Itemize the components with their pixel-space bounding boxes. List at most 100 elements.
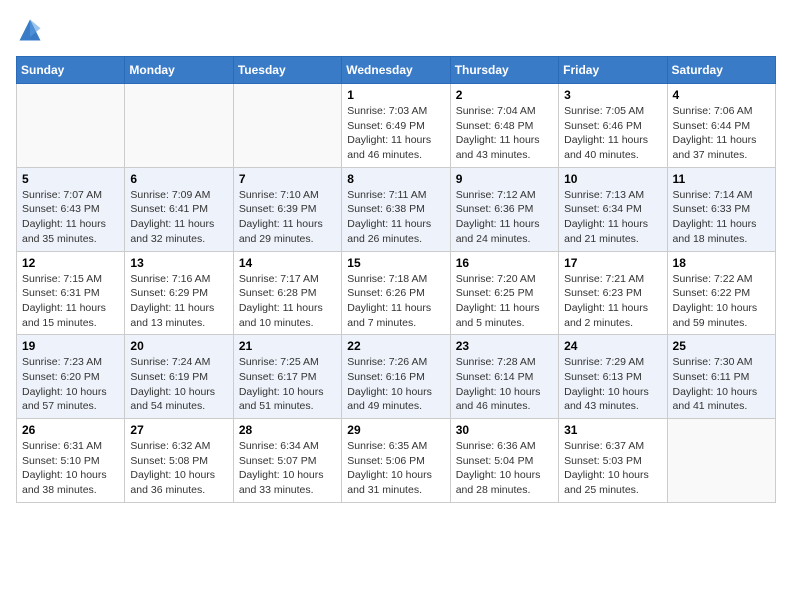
calendar-cell: 12Sunrise: 7:15 AM Sunset: 6:31 PM Dayli… bbox=[17, 251, 125, 335]
day-header-tuesday: Tuesday bbox=[233, 57, 341, 84]
calendar-cell: 13 Sunrise: 7:16 AM Sunset: 6:29 PM Dayli… bbox=[125, 251, 233, 335]
calendar-week-row: 5 Sunrise: 7:07 AM Sunset: 6:43 PM Daylig… bbox=[17, 167, 776, 251]
calendar-cell: 18 Sunrise: 7:22 AM Sunset: 6:22 PM Dayli… bbox=[667, 251, 775, 335]
day-number: 3 bbox=[564, 88, 661, 102]
calendar-cell: 22Sunrise: 7:26 AM Sunset: 6:16 PM Dayli… bbox=[342, 335, 450, 419]
calendar-cell: 6 Sunrise: 7:09 AM Sunset: 6:41 PM Daylig… bbox=[125, 167, 233, 251]
day-number: 19 bbox=[22, 339, 119, 353]
day-number: 1 bbox=[347, 88, 444, 102]
calendar-cell: 7 Sunrise: 7:10 AM Sunset: 6:39 PM Daylig… bbox=[233, 167, 341, 251]
day-number: 21 bbox=[239, 339, 336, 353]
calendar-cell: 19 Sunrise: 7:23 AM Sunset: 6:20 PM Dayli… bbox=[17, 335, 125, 419]
calendar-cell bbox=[233, 84, 341, 168]
day-info: Sunrise: 7:16 AM Sunset: 6:29 PM Dayligh… bbox=[130, 272, 227, 331]
calendar-cell bbox=[667, 419, 775, 503]
day-header-wednesday: Wednesday bbox=[342, 57, 450, 84]
day-info: Sunrise: 7:10 AM Sunset: 6:39 PM Dayligh… bbox=[239, 188, 336, 247]
day-header-sunday: Sunday bbox=[17, 57, 125, 84]
day-info: Sunrise: 7:03 AM Sunset: 6:49 PM Dayligh… bbox=[347, 104, 444, 163]
day-info: Sunrise: 7:05 AM Sunset: 6:46 PM Dayligh… bbox=[564, 104, 661, 163]
day-info: Sunrise: 7:07 AM Sunset: 6:43 PM Dayligh… bbox=[22, 188, 119, 247]
day-info: Sunrise: 7:28 AM Sunset: 6:14 PM Dayligh… bbox=[456, 355, 553, 414]
day-number: 2 bbox=[456, 88, 553, 102]
calendar-cell: 24 Sunrise: 7:29 AM Sunset: 6:13 PM Dayli… bbox=[559, 335, 667, 419]
day-number: 23 bbox=[456, 339, 553, 353]
calendar-cell: 25 Sunrise: 7:30 AM Sunset: 6:11 PM Dayli… bbox=[667, 335, 775, 419]
day-number: 20 bbox=[130, 339, 227, 353]
day-number: 25 bbox=[673, 339, 770, 353]
day-info: Sunrise: 7:29 AM Sunset: 6:13 PM Dayligh… bbox=[564, 355, 661, 414]
day-info: Sunrise: 7:12 AM Sunset: 6:36 PM Dayligh… bbox=[456, 188, 553, 247]
day-number: 13 bbox=[130, 256, 227, 270]
calendar-cell: 10 Sunrise: 7:13 AM Sunset: 6:34 PM Dayli… bbox=[559, 167, 667, 251]
day-info: Sunrise: 7:04 AM Sunset: 6:48 PM Dayligh… bbox=[456, 104, 553, 163]
day-number: 14 bbox=[239, 256, 336, 270]
calendar-cell: 15 Sunrise: 7:18 AM Sunset: 6:26 PM Dayli… bbox=[342, 251, 450, 335]
calendar-cell: 4 Sunrise: 7:06 AM Sunset: 6:44 PM Daylig… bbox=[667, 84, 775, 168]
day-info: Sunrise: 6:36 AM Sunset: 5:04 PM Dayligh… bbox=[456, 439, 553, 498]
day-info: Sunrise: 7:23 AM Sunset: 6:20 PM Dayligh… bbox=[22, 355, 119, 414]
page-header bbox=[16, 16, 776, 44]
day-header-friday: Friday bbox=[559, 57, 667, 84]
calendar-header-row: SundayMondayTuesdayWednesdayThursdayFrid… bbox=[17, 57, 776, 84]
day-header-monday: Monday bbox=[125, 57, 233, 84]
day-info: Sunrise: 6:31 AM Sunset: 5:10 PM Dayligh… bbox=[22, 439, 119, 498]
day-info: Sunrise: 6:35 AM Sunset: 5:06 PM Dayligh… bbox=[347, 439, 444, 498]
day-number: 10 bbox=[564, 172, 661, 186]
calendar-cell: 9 Sunrise: 7:12 AM Sunset: 6:36 PM Daylig… bbox=[450, 167, 558, 251]
calendar-cell: 14 Sunrise: 7:17 AM Sunset: 6:28 PM Dayli… bbox=[233, 251, 341, 335]
calendar-cell: 31 Sunrise: 6:37 AM Sunset: 5:03 PM Dayli… bbox=[559, 419, 667, 503]
day-info: Sunrise: 7:14 AM Sunset: 6:33 PM Dayligh… bbox=[673, 188, 770, 247]
day-number: 7 bbox=[239, 172, 336, 186]
day-number: 31 bbox=[564, 423, 661, 437]
day-number: 8 bbox=[347, 172, 444, 186]
day-info: Sunrise: 7:26 AM Sunset: 6:16 PM Dayligh… bbox=[347, 355, 444, 414]
day-info: Sunrise: 7:11 AM Sunset: 6:38 PM Dayligh… bbox=[347, 188, 444, 247]
calendar-cell: 3 Sunrise: 7:05 AM Sunset: 6:46 PM Daylig… bbox=[559, 84, 667, 168]
calendar-table: SundayMondayTuesdayWednesdayThursdayFrid… bbox=[16, 56, 776, 503]
day-number: 6 bbox=[130, 172, 227, 186]
calendar-cell: 16Sunrise: 7:20 AM Sunset: 6:25 PM Dayli… bbox=[450, 251, 558, 335]
day-info: Sunrise: 7:15 AM Sunset: 6:31 PM Dayligh… bbox=[22, 272, 119, 331]
day-number: 17 bbox=[564, 256, 661, 270]
calendar-cell: 5 Sunrise: 7:07 AM Sunset: 6:43 PM Daylig… bbox=[17, 167, 125, 251]
calendar-cell: 28 Sunrise: 6:34 AM Sunset: 5:07 PM Dayli… bbox=[233, 419, 341, 503]
day-number: 30 bbox=[456, 423, 553, 437]
day-number: 27 bbox=[130, 423, 227, 437]
day-number: 26 bbox=[22, 423, 119, 437]
calendar-cell bbox=[125, 84, 233, 168]
day-info: Sunrise: 6:34 AM Sunset: 5:07 PM Dayligh… bbox=[239, 439, 336, 498]
day-info: Sunrise: 7:21 AM Sunset: 6:23 PM Dayligh… bbox=[564, 272, 661, 331]
calendar-week-row: 19 Sunrise: 7:23 AM Sunset: 6:20 PM Dayli… bbox=[17, 335, 776, 419]
calendar-cell: 11 Sunrise: 7:14 AM Sunset: 6:33 PM Dayli… bbox=[667, 167, 775, 251]
day-number: 9 bbox=[456, 172, 553, 186]
day-info: Sunrise: 7:18 AM Sunset: 6:26 PM Dayligh… bbox=[347, 272, 444, 331]
day-info: Sunrise: 7:09 AM Sunset: 6:41 PM Dayligh… bbox=[130, 188, 227, 247]
calendar-cell: 21 Sunrise: 7:25 AM Sunset: 6:17 PM Dayli… bbox=[233, 335, 341, 419]
day-number: 18 bbox=[673, 256, 770, 270]
day-number: 15 bbox=[347, 256, 444, 270]
day-info: Sunrise: 7:13 AM Sunset: 6:34 PM Dayligh… bbox=[564, 188, 661, 247]
day-number: 11 bbox=[673, 172, 770, 186]
day-info: Sunrise: 7:20 AM Sunset: 6:25 PM Dayligh… bbox=[456, 272, 553, 331]
calendar-cell: 27 Sunrise: 6:32 AM Sunset: 5:08 PM Dayli… bbox=[125, 419, 233, 503]
day-info: Sunrise: 6:32 AM Sunset: 5:08 PM Dayligh… bbox=[130, 439, 227, 498]
day-info: Sunrise: 7:06 AM Sunset: 6:44 PM Dayligh… bbox=[673, 104, 770, 163]
day-info: Sunrise: 7:25 AM Sunset: 6:17 PM Dayligh… bbox=[239, 355, 336, 414]
calendar-week-row: 12Sunrise: 7:15 AM Sunset: 6:31 PM Dayli… bbox=[17, 251, 776, 335]
day-info: Sunrise: 7:17 AM Sunset: 6:28 PM Dayligh… bbox=[239, 272, 336, 331]
day-number: 4 bbox=[673, 88, 770, 102]
day-info: Sunrise: 7:22 AM Sunset: 6:22 PM Dayligh… bbox=[673, 272, 770, 331]
day-info: Sunrise: 7:24 AM Sunset: 6:19 PM Dayligh… bbox=[130, 355, 227, 414]
day-info: Sunrise: 6:37 AM Sunset: 5:03 PM Dayligh… bbox=[564, 439, 661, 498]
calendar-cell: 2 Sunrise: 7:04 AM Sunset: 6:48 PM Daylig… bbox=[450, 84, 558, 168]
logo-icon bbox=[16, 16, 44, 44]
calendar-cell: 17 Sunrise: 7:21 AM Sunset: 6:23 PM Dayli… bbox=[559, 251, 667, 335]
calendar-cell: 8 Sunrise: 7:11 AM Sunset: 6:38 PM Daylig… bbox=[342, 167, 450, 251]
day-number: 28 bbox=[239, 423, 336, 437]
day-number: 5 bbox=[22, 172, 119, 186]
day-header-thursday: Thursday bbox=[450, 57, 558, 84]
day-info: Sunrise: 7:30 AM Sunset: 6:11 PM Dayligh… bbox=[673, 355, 770, 414]
day-number: 24 bbox=[564, 339, 661, 353]
calendar-cell: 1 Sunrise: 7:03 AM Sunset: 6:49 PM Daylig… bbox=[342, 84, 450, 168]
